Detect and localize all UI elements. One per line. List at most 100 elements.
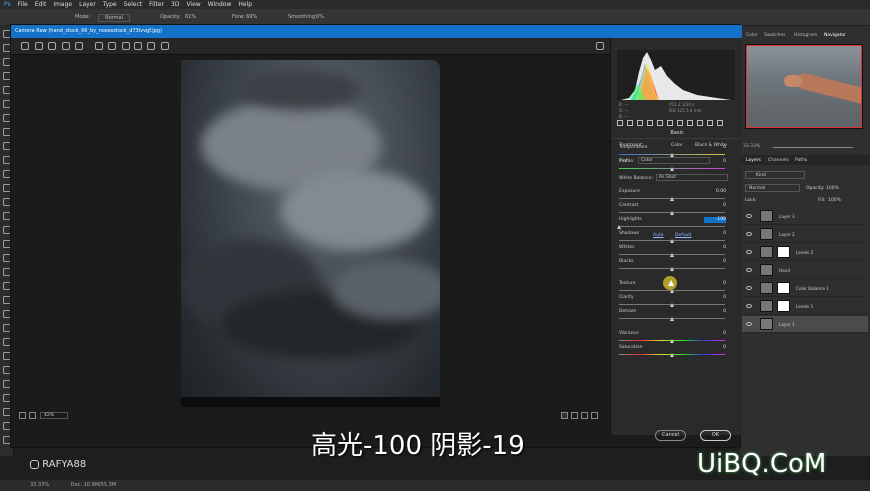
slider-value[interactable]: 0.00: [704, 189, 726, 195]
zoom-level-select[interactable]: 42%: [40, 412, 68, 419]
menu-item[interactable]: View: [186, 0, 200, 9]
eye-icon[interactable]: [746, 304, 752, 308]
navigator-thumbnail[interactable]: [745, 44, 863, 129]
slider-thumb[interactable]: [669, 267, 674, 271]
flow-input[interactable]: 69%: [246, 14, 257, 20]
tab-paths[interactable]: Paths: [795, 158, 807, 163]
cr-tool-icon[interactable]: [95, 42, 103, 50]
slider-value[interactable]: 0: [704, 281, 726, 287]
slider-value[interactable]: 0: [704, 159, 726, 165]
adjust-tab-icon[interactable]: [707, 120, 713, 126]
slider-thumb[interactable]: [669, 339, 674, 343]
menu-item[interactable]: Select: [124, 0, 143, 9]
slider-value[interactable]: 0: [704, 309, 726, 315]
cr-tool-icon[interactable]: [122, 42, 130, 50]
slider-thumb[interactable]: [669, 153, 674, 157]
adjust-tab-icon[interactable]: [647, 120, 653, 126]
slider-value[interactable]: 0: [704, 145, 726, 151]
cancel-button[interactable]: Cancel: [655, 430, 686, 441]
menu-item[interactable]: Image: [53, 0, 72, 9]
cr-tool-icon[interactable]: [108, 42, 116, 50]
smoothing-input[interactable]: 0%: [316, 14, 324, 20]
slider-thumb[interactable]: [669, 197, 674, 201]
slider-value[interactable]: 0: [704, 203, 726, 209]
zoom-in-button[interactable]: [29, 412, 36, 419]
cr-tool-icon[interactable]: [134, 42, 142, 50]
eye-icon[interactable]: [746, 232, 752, 236]
slider-thumb[interactable]: [669, 303, 674, 307]
layer-row[interactable]: Layer 1: [740, 316, 868, 333]
layer-row[interactable]: Hand: [740, 262, 868, 279]
layer-row[interactable]: Layer 3: [740, 208, 868, 225]
slider-thumb[interactable]: [669, 239, 674, 243]
cr-tool-icon[interactable]: [147, 42, 155, 50]
slider-thumb[interactable]: [616, 225, 621, 229]
slider-value[interactable]: 0: [704, 245, 726, 251]
adjust-tab-icon[interactable]: [677, 120, 683, 126]
profile-select[interactable]: Color: [638, 157, 710, 164]
cr-tool-icon[interactable]: [75, 42, 83, 50]
slider-value[interactable]: 0: [704, 345, 726, 351]
layer-row[interactable]: Levels 1: [740, 298, 868, 315]
eye-icon[interactable]: [746, 268, 752, 272]
cr-tool-icon[interactable]: [21, 42, 29, 50]
zoom-slider[interactable]: [773, 147, 853, 148]
layer-row[interactable]: Color Balance 1: [740, 280, 868, 297]
slider-value[interactable]: 0: [704, 231, 726, 237]
copy-settings-icon[interactable]: [581, 412, 588, 419]
menu-item[interactable]: Window: [208, 0, 232, 9]
adjust-tab-icon[interactable]: [667, 120, 673, 126]
adjust-tab-icon[interactable]: [717, 120, 723, 126]
slider-thumb[interactable]: [669, 167, 674, 171]
tab-swatches[interactable]: Swatches: [764, 33, 786, 38]
menu-item[interactable]: 3D: [171, 0, 179, 9]
before-after-y-icon[interactable]: [561, 412, 568, 419]
menu-item[interactable]: Type: [103, 0, 117, 9]
slider-value[interactable]: -100: [704, 217, 726, 223]
menu-item[interactable]: Help: [238, 0, 252, 9]
tab-navigator[interactable]: Navigator: [824, 33, 846, 38]
eye-icon[interactable]: [746, 214, 752, 218]
menu-item[interactable]: Edit: [35, 0, 47, 9]
mode-select[interactable]: Normal: [98, 14, 131, 22]
menu-item[interactable]: Filter: [149, 0, 164, 9]
tab-histogram[interactable]: Histogram: [794, 33, 817, 38]
tab-color[interactable]: Color: [746, 33, 758, 38]
slider-thumb[interactable]: [669, 353, 674, 357]
slider-thumb[interactable]: [669, 211, 674, 215]
auto-button[interactable]: Auto: [653, 233, 663, 238]
blend-mode-select[interactable]: Normal: [745, 184, 800, 192]
filter-kind[interactable]: Kind: [745, 171, 805, 179]
wb-select[interactable]: As Shot: [656, 174, 728, 181]
preview-image[interactable]: [181, 60, 440, 407]
cr-tool-icon[interactable]: [62, 42, 70, 50]
opacity-input[interactable]: 61%: [185, 14, 196, 20]
menu-item[interactable]: Layer: [79, 0, 96, 9]
navigator-view-box[interactable]: [746, 45, 862, 128]
tab-channels[interactable]: Channels: [768, 158, 789, 163]
fill-value[interactable]: 100%: [828, 198, 841, 203]
layer-row[interactable]: Layer 2: [740, 226, 868, 243]
swap-icon[interactable]: [571, 412, 578, 419]
treatment-color[interactable]: Color: [671, 143, 683, 148]
adjust-tab-icon[interactable]: [657, 120, 663, 126]
tab-layers[interactable]: Layers: [746, 158, 761, 163]
adjust-tab-icon[interactable]: [687, 120, 693, 126]
cr-tool-icon[interactable]: [161, 42, 169, 50]
toggle-settings-icon[interactable]: [591, 412, 598, 419]
layer-opacity-value[interactable]: 100%: [826, 186, 839, 191]
slider-value[interactable]: 0: [704, 331, 726, 337]
slider-value[interactable]: 0: [704, 295, 726, 301]
eye-icon[interactable]: [746, 250, 752, 254]
adjust-tab-icon[interactable]: [627, 120, 633, 126]
adjust-tab-icon[interactable]: [637, 120, 643, 126]
adjust-tab-icon[interactable]: [617, 120, 623, 126]
slider-value[interactable]: 0: [704, 259, 726, 265]
fullscreen-icon[interactable]: [596, 42, 604, 50]
menu-item[interactable]: File: [18, 0, 28, 9]
zoom-out-button[interactable]: [19, 412, 26, 419]
slider-track[interactable]: [619, 226, 725, 227]
slider-thumb[interactable]: [669, 317, 674, 321]
slider-thumb[interactable]: [669, 253, 674, 257]
cr-tool-icon[interactable]: [48, 42, 56, 50]
